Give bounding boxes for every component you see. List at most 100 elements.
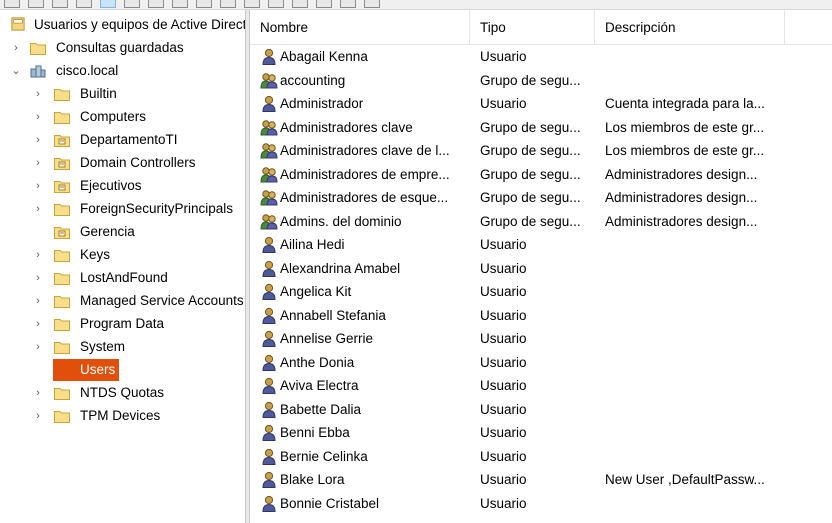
table-row[interactable]: Administradores clave Grupo de segu... Los…	[250, 116, 832, 139]
group-icon	[260, 213, 278, 229]
table-row[interactable]: Aviva Electra Usuario	[250, 374, 832, 397]
folder-icon	[54, 296, 70, 308]
tree-item-label: Program Data	[80, 316, 165, 331]
tree-item-label: Keys	[80, 247, 111, 262]
object-list[interactable]: Nombre Tipo Descripción Abagail Kenna Usu…	[250, 10, 832, 523]
chevron-right-icon[interactable]: ›	[33, 405, 43, 427]
cell-type: Usuario	[480, 284, 527, 299]
cell-description	[605, 304, 790, 327]
table-row[interactable]: Annabell Stefania Usuario	[250, 304, 832, 327]
tree-item-label: Gerencia	[80, 224, 135, 239]
toolbar-button[interactable]	[268, 0, 284, 8]
table-row[interactable]: Blake Lora Usuario New User ,DefaultPassw.…	[250, 468, 832, 491]
toolbar-button[interactable]	[244, 0, 260, 8]
ad-console-icon	[11, 17, 25, 31]
table-row[interactable]: Administradores clave de l... Grupo de se…	[250, 139, 832, 162]
table-row[interactable]: Annelise Gerrie Usuario	[250, 327, 832, 350]
table-row[interactable]: Bernie Celinka Usuario	[250, 445, 832, 468]
toolbar-button[interactable]	[196, 0, 212, 8]
domain-icon	[30, 65, 46, 78]
user-icon	[262, 236, 276, 253]
chevron-right-icon[interactable]: ›	[33, 244, 43, 266]
cell-name: Bonnie Cristabel	[280, 495, 380, 511]
toolbar-button[interactable]	[148, 0, 164, 8]
toolbar-button[interactable]	[76, 0, 92, 8]
folder-icon	[54, 250, 70, 262]
cell-name: Administradores clave	[280, 119, 413, 135]
cell-type: Grupo de segu...	[480, 166, 581, 182]
table-row[interactable]: Bonnie Cristabel Usuario	[250, 492, 832, 515]
cell-description	[605, 280, 790, 303]
tree-item-label-selected: Users	[53, 359, 120, 381]
user-icon	[262, 354, 276, 371]
table-row[interactable]: Alexandrina Amabel Usuario	[250, 257, 832, 280]
cell-type: Usuario	[480, 331, 527, 346]
cell-type: Usuario	[480, 96, 527, 111]
tree-item-label: TPM Devices	[80, 408, 161, 423]
folder-icon	[54, 112, 70, 124]
table-row[interactable]: Ailina Hedi Usuario	[250, 233, 832, 256]
table-row[interactable]: accounting Grupo de segu...	[250, 69, 832, 92]
chevron-right-icon[interactable]: ›	[33, 336, 43, 358]
column-header-name[interactable]: Nombre	[250, 10, 470, 44]
toolbar-button[interactable]	[340, 0, 356, 8]
cell-description	[605, 421, 790, 444]
cell-type: Usuario	[480, 448, 527, 464]
toolbar-button[interactable]	[316, 0, 332, 8]
toolbar-button[interactable]	[4, 0, 20, 8]
chevron-right-icon[interactable]: ›	[33, 290, 43, 312]
toolbar-button[interactable]	[52, 0, 68, 8]
chevron-right-icon[interactable]: ›	[11, 37, 21, 59]
column-header-description[interactable]: Descripción	[595, 10, 785, 44]
toolbar-button[interactable]	[28, 0, 44, 8]
chevron-down-icon[interactable]: ⌄	[11, 60, 21, 82]
group-icon	[260, 190, 278, 206]
toolbar-button[interactable]	[220, 0, 236, 8]
folder-icon	[30, 43, 46, 55]
chevron-right-icon[interactable]: ›	[33, 106, 43, 128]
table-row[interactable]: Administradores de esque... Grupo de segu…	[250, 186, 832, 209]
toolbar-button[interactable]	[172, 0, 188, 8]
table-row[interactable]: Anthe Donia Usuario	[250, 351, 832, 374]
chevron-right-icon[interactable]: ›	[33, 152, 43, 174]
column-header-type[interactable]: Tipo	[470, 10, 595, 44]
user-icon	[262, 495, 276, 512]
table-row[interactable]: Babette Dalia Usuario	[250, 398, 832, 421]
cell-type: Grupo de segu...	[480, 119, 581, 135]
table-row[interactable]: Administradores de empre... Grupo de segu…	[250, 163, 832, 186]
chevron-right-icon[interactable]: ›	[33, 175, 43, 197]
cell-description	[605, 233, 790, 256]
cell-name: Ailina Hedi	[280, 237, 345, 252]
chevron-right-icon[interactable]: ›	[33, 267, 43, 289]
table-row[interactable]: Angelica Kit Usuario	[250, 280, 832, 303]
cell-type: Grupo de segu...	[480, 72, 581, 88]
toolbar-button[interactable]	[292, 0, 308, 8]
table-row[interactable]: Admins. del dominio Grupo de segu... Admin…	[250, 210, 832, 233]
cell-name: Alexandrina Amabel	[280, 260, 401, 276]
chevron-right-icon[interactable]: ›	[33, 129, 43, 151]
ou-folder-icon	[54, 227, 70, 239]
table-row[interactable]: Abagail Kenna Usuario	[250, 45, 832, 68]
cell-name: Benni Ebba	[280, 425, 350, 440]
toolbar-button[interactable]	[100, 0, 116, 8]
tree-item-label: System	[80, 339, 126, 354]
tree-item-label: Domain Controllers	[80, 155, 196, 170]
folder-icon	[54, 388, 70, 400]
console-tree[interactable]: Usuarios y equipos de Active Directory ›…	[0, 10, 245, 523]
user-icon	[262, 448, 276, 465]
cell-description: Administradores design...	[605, 213, 758, 229]
chevron-right-icon[interactable]: ›	[33, 83, 43, 105]
chevron-right-icon[interactable]: ›	[33, 382, 43, 404]
ou-folder-icon	[54, 158, 70, 170]
toolbar-button[interactable]	[364, 0, 380, 8]
table-row[interactable]: Benni Ebba Usuario	[250, 421, 832, 444]
chevron-right-icon[interactable]: ›	[33, 198, 43, 220]
table-row[interactable]: Administrador Usuario Cuenta integrada par…	[250, 92, 832, 115]
cell-type: Usuario	[480, 49, 527, 64]
chevron-right-icon[interactable]: ›	[33, 313, 43, 335]
cell-name: Anthe Donia	[280, 354, 355, 370]
tree-item-label: NTDS Quotas	[80, 385, 165, 400]
toolbar-button[interactable]	[124, 0, 140, 8]
folder-icon	[54, 204, 70, 216]
cell-type: Usuario	[480, 495, 527, 511]
